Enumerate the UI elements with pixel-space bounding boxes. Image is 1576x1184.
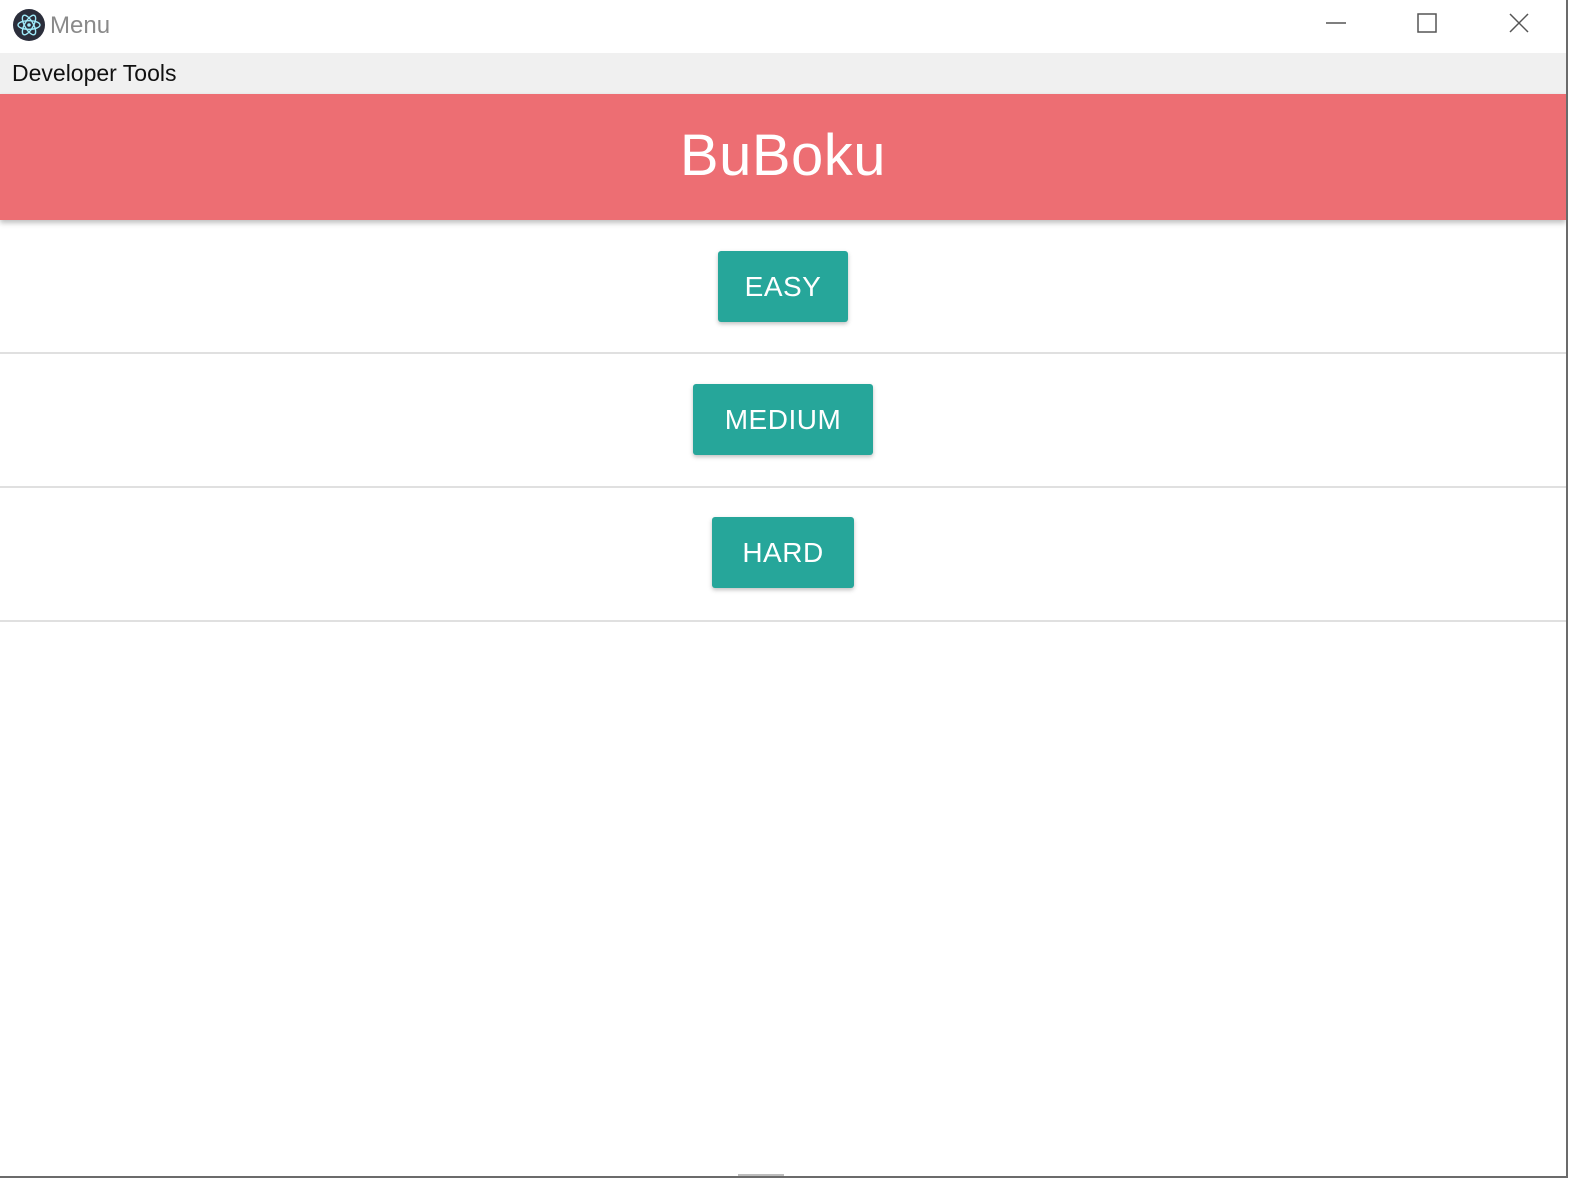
electron-atom-icon	[13, 9, 45, 41]
maximize-icon	[1416, 12, 1438, 39]
easy-button[interactable]: EASY	[718, 251, 848, 322]
page-title: BuBoku	[679, 123, 887, 188]
difficulty-row-easy: EASY	[0, 220, 1566, 354]
menu-bar: Developer Tools	[0, 53, 1566, 94]
bottom-edge-mark	[738, 1174, 784, 1176]
title-bar[interactable]: Menu	[0, 0, 1566, 53]
minimize-icon	[1325, 12, 1347, 39]
maximize-button[interactable]	[1381, 0, 1473, 50]
difficulty-row-hard: HARD	[0, 488, 1566, 622]
hard-button[interactable]: HARD	[712, 517, 854, 588]
menu-item-developer-tools[interactable]: Developer Tools	[12, 59, 177, 87]
close-icon	[1508, 12, 1530, 39]
close-button[interactable]	[1473, 0, 1565, 50]
difficulty-row-medium: MEDIUM	[0, 354, 1566, 488]
medium-button[interactable]: MEDIUM	[693, 384, 873, 455]
app-header: BuBoku	[0, 94, 1566, 220]
app-window: Menu Developer Tools BuBoku EASY MEDIUM …	[0, 0, 1568, 1178]
window-title: Menu	[50, 12, 111, 39]
minimize-button[interactable]	[1290, 0, 1382, 50]
